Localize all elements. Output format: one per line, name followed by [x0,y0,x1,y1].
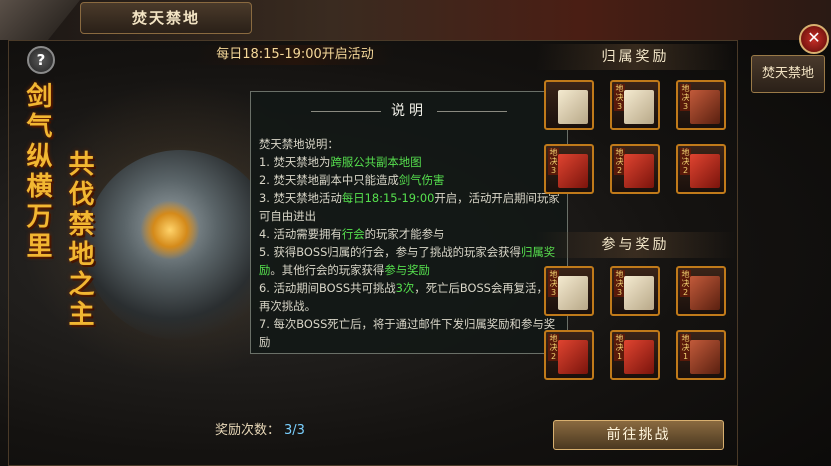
reward-item-slot[interactable]: 地决1 [610,330,660,380]
scroll-icon [558,276,588,310]
rule-highlight: 每日18:15-19:00 [341,191,435,205]
rule-highlight: 行会 [341,227,365,241]
ownership-reward-grid: 地决3 地决3 地决3 地决2 地决2 [536,74,735,220]
rule-line: 7. 每次BOSS死亡后，将于通过邮件下发归属奖励和参与奖励 [259,315,561,351]
reward-item-slot[interactable]: 地决3 [610,266,660,316]
rule-text: 。其他行会的玩家获得 [270,263,385,277]
rule-text: 3. 焚天禁地活动 [259,191,342,205]
reward-item-slot[interactable]: 地决3 [676,80,726,130]
dialog-title-text: 说明 [391,103,427,119]
rule-text: 6. 活动期间BOSS共可挑战 [259,281,396,295]
rule-highlight: 剑气伤害 [398,173,445,187]
dialog-body: 焚天禁地说明： 1. 焚天禁地为跨服公共副本地图 2. 焚天禁地副本中只能造成剑… [259,135,561,351]
rule-line: 6. 活动期间BOSS共可挑战3次，死亡后BOSS会再复活，可再次挑战。 [259,279,561,315]
reward-count-label: 奖励次数： [215,423,281,438]
window-title: 焚天禁地 [80,2,252,34]
reward-count: 奖励次数： 3/3 [215,422,305,440]
rule-text: 的玩家才能参与 [364,227,445,241]
book-icon [624,340,654,374]
reward-item-slot[interactable]: 地决2 [544,330,594,380]
participation-reward-title: 参与奖励 [536,232,735,258]
book-icon [558,340,588,374]
scroll-icon [624,90,654,124]
scroll-icon [558,90,588,124]
book-icon [690,276,720,310]
book-icon [624,154,654,188]
info-dialog: 说明 焚天禁地说明： 1. 焚天禁地为跨服公共副本地图 2. 焚天禁地副本中只能… [250,91,568,354]
go-challenge-button[interactable]: 前往挑战 [553,420,724,450]
help-button[interactable]: ? [27,46,55,74]
reward-item-slot[interactable]: 地决2 [676,266,726,316]
reward-item-slot[interactable]: 地决3 [610,80,660,130]
slogan-right: 共伐禁地之主 [64,150,94,330]
rule-line: 5. 获得BOSS归属的行会，参与了挑战的玩家会获得归属奖励。其他行会的玩家获得… [259,243,561,279]
participation-reward-grid: 地决3 地决3 地决2 地决2 地决1 地决1 [536,262,735,408]
reward-count-value: 3/3 [284,423,305,438]
scroll-icon [624,276,654,310]
dialog-title: 说明 [251,100,567,120]
title-divider-right [437,110,507,112]
rule-text: 1. 焚天禁地为 [259,155,331,169]
rule-highlight: 参与奖励 [384,263,430,277]
tab-fentian-forbidden[interactable]: 焚天禁地 [751,55,825,93]
rule-line: 3. 焚天禁地活动每日18:15-19:00开启，活动开启期间玩家可自由进出 [259,189,561,225]
event-time-banner: 每日18:15-19:00开启活动 [195,45,395,65]
rule-highlight: 3次 [395,281,415,295]
rule-text: 7. 每次BOSS死亡后，将于通过邮件下发归属奖励和参与奖励 [259,317,556,349]
book-icon [558,154,588,188]
rule-text: 5. 获得BOSS归属的行会，参与了挑战的玩家会获得 [259,245,521,259]
reward-item-slot[interactable]: 地决3 [544,266,594,316]
dialog-heading: 焚天禁地说明： [259,137,339,151]
book-icon [690,90,720,124]
boss-eye-glow [140,200,200,260]
reward-item-slot[interactable]: 地决2 [610,144,660,194]
rule-line: 1. 焚天禁地为跨服公共副本地图 [259,153,561,171]
book-icon [690,340,720,374]
rule-line: 4. 活动需要拥有行会的玩家才能参与 [259,225,561,243]
rule-highlight: 跨服公共副本地图 [330,155,422,169]
game-window: 焚天禁地 ? 每日18:15-19:00开启活动 剑气纵横万里 共伐禁地之主 奖… [0,0,831,466]
slogan-left: 剑气纵横万里 [22,82,52,262]
title-divider-left [311,110,381,112]
reward-item-slot[interactable]: 地决1 [676,330,726,380]
reward-item-slot[interactable]: 地决3 [544,144,594,194]
reward-item-slot[interactable] [544,80,594,130]
rule-text: 4. 活动需要拥有 [259,227,342,241]
rule-text: 2. 焚天禁地副本中只能造成 [259,173,399,187]
ownership-reward-title: 归属奖励 [536,44,735,70]
close-button[interactable]: ✕ [799,24,829,54]
book-icon [690,154,720,188]
rule-line: 2. 焚天禁地副本中只能造成剑气伤害 [259,171,561,189]
reward-item-slot[interactable]: 地决2 [676,144,726,194]
